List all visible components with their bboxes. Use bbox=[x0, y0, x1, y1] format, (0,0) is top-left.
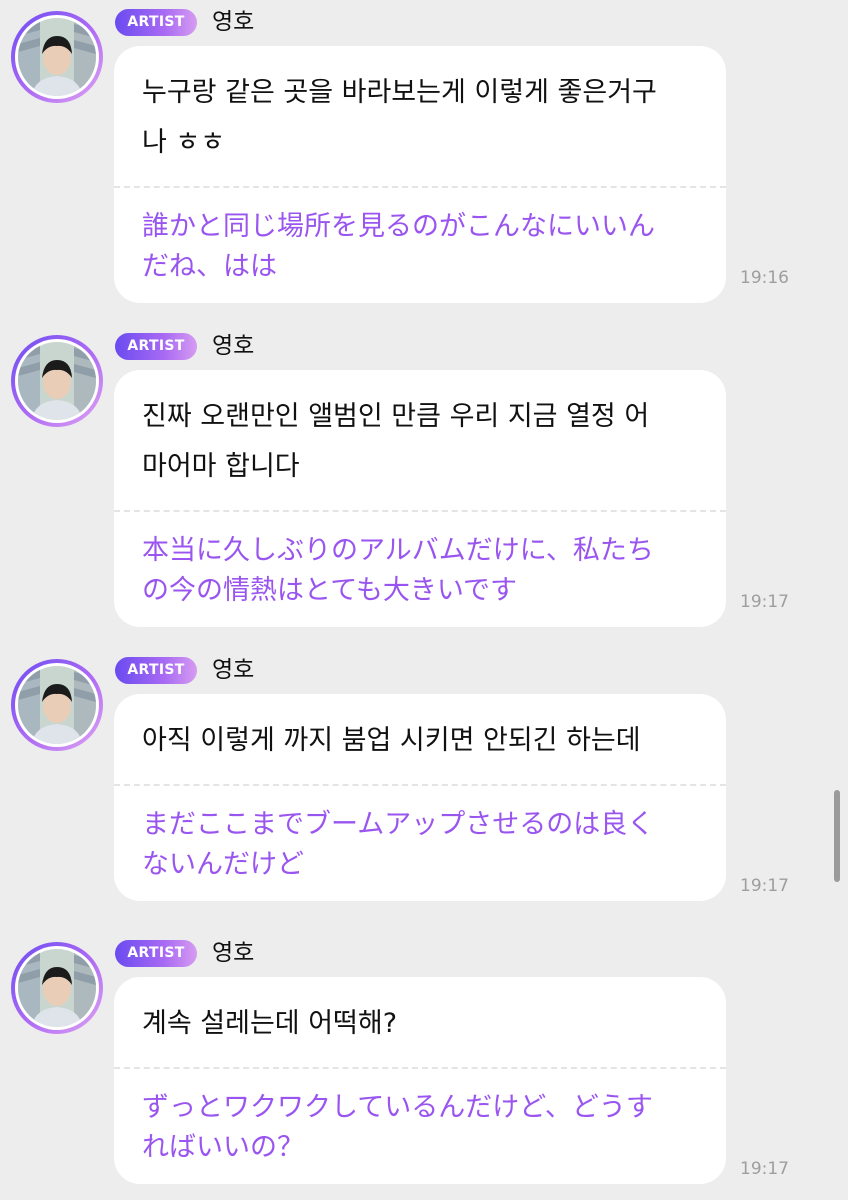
message-item: ARTIST 영호 아직 이렇게 까지 붐업 시키면 안되긴 하는데 まだここま… bbox=[0, 648, 848, 901]
message-bubble[interactable]: 아직 이렇게 까지 붐업 시키면 안되긴 하는데 まだここまでブームアップさせる… bbox=[114, 694, 726, 901]
message-bubble[interactable]: 진짜 오랜만인 앨범인 만큼 우리 지금 열정 어 마어마 합니다 本当に久しぶ… bbox=[114, 370, 726, 627]
sender-name: 영호 bbox=[212, 333, 255, 359]
timestamp: 19:17 bbox=[740, 876, 789, 896]
sender-name: 영호 bbox=[212, 940, 255, 966]
message-item: ARTIST 영호 누구랑 같은 곳을 바라보는게 이렇게 좋은거구 나 ㅎㅎ … bbox=[0, 0, 848, 303]
avatar[interactable] bbox=[11, 335, 103, 427]
translation-text: まだここまでブームアップさせるのは良く ないんだけど bbox=[142, 809, 655, 880]
translation-text: 誰かと同じ場所を見るのがこんなにいいん だね、はは bbox=[142, 211, 655, 282]
sender-name: 영호 bbox=[212, 9, 255, 35]
sender-name: 영호 bbox=[212, 657, 255, 683]
avatar[interactable] bbox=[11, 942, 103, 1034]
avatar-photo bbox=[18, 949, 96, 1027]
timestamp: 19:16 bbox=[740, 268, 789, 288]
original-text: 누구랑 같은 곳을 바라보는게 이렇게 좋은거구 나 ㅎㅎ bbox=[142, 77, 657, 158]
artist-badge: ARTIST bbox=[115, 9, 197, 36]
avatar[interactable] bbox=[11, 11, 103, 103]
translation-text: ずっとワクワクしているんだけど、どうす ればいいの？ bbox=[142, 1092, 653, 1163]
original-text: 진짜 오랜만인 앨범인 만큼 우리 지금 열정 어 마어마 합니다 bbox=[142, 401, 650, 482]
message-item: ARTIST 영호 계속 설레는데 어떡해? ずっとワクワクしているんだけど、ど… bbox=[0, 931, 848, 1191]
timestamp: 19:17 bbox=[740, 592, 789, 612]
translation-text: 本当に久しぶりのアルバムだけに、私たち の今の情熱はとても大きいです bbox=[142, 535, 654, 606]
original-text: 아직 이렇게 까지 붐업 시키면 안되긴 하는데 bbox=[142, 725, 641, 756]
artist-badge: ARTIST bbox=[115, 940, 197, 967]
timestamp: 19:17 bbox=[740, 1159, 789, 1179]
avatar-photo bbox=[18, 18, 96, 96]
scrollbar[interactable] bbox=[834, 790, 840, 882]
avatar-photo bbox=[18, 342, 96, 420]
original-text: 계속 설레는데 어떡해? bbox=[142, 1008, 398, 1039]
message-item: ARTIST 영호 진짜 오랜만인 앨범인 만큼 우리 지금 열정 어 마어마 … bbox=[0, 324, 848, 627]
artist-badge: ARTIST bbox=[115, 657, 197, 684]
message-bubble[interactable]: 계속 설레는데 어떡해? ずっとワクワクしているんだけど、どうす ればいいの？ bbox=[114, 977, 726, 1184]
avatar-photo bbox=[18, 666, 96, 744]
avatar[interactable] bbox=[11, 659, 103, 751]
chat-list[interactable]: ARTIST 영호 누구랑 같은 곳을 바라보는게 이렇게 좋은거구 나 ㅎㅎ … bbox=[0, 0, 848, 1200]
message-bubble[interactable]: 누구랑 같은 곳을 바라보는게 이렇게 좋은거구 나 ㅎㅎ 誰かと同じ場所を見る… bbox=[114, 46, 726, 303]
artist-badge: ARTIST bbox=[115, 333, 197, 360]
